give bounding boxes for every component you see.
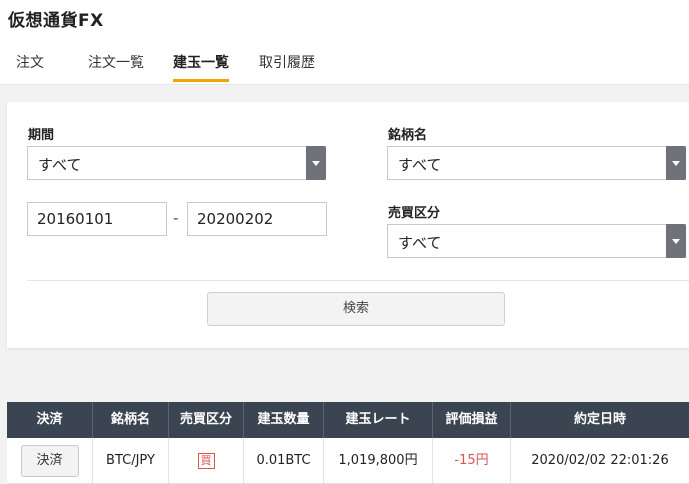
symbol-label: 銘柄名 — [388, 128, 428, 143]
symbol-select-value: すべて — [398, 156, 442, 174]
side-cell: 買 — [169, 438, 244, 483]
tab-trade-history[interactable]: 取引履歴 — [259, 52, 315, 82]
pnl-cell: -15円 — [433, 438, 511, 483]
filter-panel: 期間 すべて 20160101 - 20200202 銘柄名 すべて 売買区分 … — [7, 102, 689, 348]
chevron-down-icon — [666, 224, 686, 258]
period-from-value: 20160101 — [37, 210, 114, 228]
chevron-down-icon — [666, 146, 686, 180]
tab-order[interactable]: 注文 — [16, 52, 44, 82]
datetime-cell: 2020/02/02 22:01:26 — [531, 453, 669, 468]
tab-positions[interactable]: 建玉一覧 — [173, 52, 229, 82]
chevron-down-icon — [306, 146, 326, 180]
symbol-select[interactable]: すべて — [387, 146, 686, 180]
tab-order-list[interactable]: 注文一覧 — [88, 52, 144, 82]
side-label: 売買区分 — [388, 206, 441, 221]
settle-button[interactable]: 決済 — [20, 445, 79, 477]
column-header-pnl: 評価損益 — [433, 402, 511, 438]
app-title: 仮想通貨FX — [8, 11, 104, 31]
column-header-datetime: 約定日時 — [573, 412, 626, 427]
column-header-rate: 建玉レート — [324, 402, 433, 438]
period-select[interactable]: すべて — [27, 146, 326, 180]
column-header-quantity: 建玉数量 — [244, 402, 324, 438]
period-to-value: 20200202 — [197, 210, 274, 228]
rate-cell: 1,019,800円 — [324, 438, 433, 483]
column-header-side: 売買区分 — [169, 402, 244, 438]
table-row: 決済 BTC/JPY 買 0.01BTC 1,019,800円 -15円 202… — [7, 438, 689, 484]
quantity-cell: 0.01BTC — [244, 438, 324, 483]
column-header-settle: 決済 — [7, 402, 93, 438]
column-header-symbol: 銘柄名 — [93, 402, 169, 438]
period-to-input[interactable]: 20200202 — [187, 202, 327, 236]
side-select-value: すべて — [398, 234, 442, 252]
search-button[interactable]: 検索 — [207, 292, 505, 326]
period-from-input[interactable]: 20160101 — [27, 202, 167, 236]
symbol-cell: BTC/JPY — [93, 438, 169, 483]
app-header: 仮想通貨FX 注文 注文一覧 建玉一覧 取引履歴 — [0, 0, 689, 85]
period-label: 期間 — [28, 128, 55, 143]
divider — [27, 280, 689, 281]
settle-cell: 決済 — [7, 438, 93, 483]
period-select-value: すべて — [38, 156, 82, 174]
period-separator: - — [173, 209, 179, 227]
side-select[interactable]: すべて — [387, 224, 686, 258]
buy-badge: 買 — [197, 453, 215, 469]
table-header: 決済 銘柄名 売買区分 建玉数量 建玉レート 評価損益 約定日時 — [7, 402, 689, 438]
